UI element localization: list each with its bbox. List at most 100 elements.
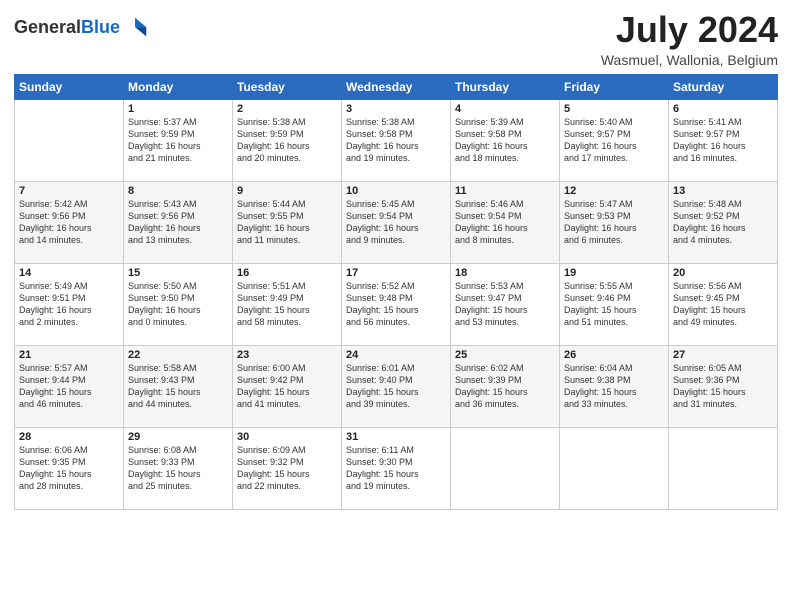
day-number: 25 — [455, 349, 555, 361]
calendar-cell: 19Sunrise: 5:55 AMSunset: 9:46 PMDayligh… — [560, 263, 669, 345]
calendar-header-wednesday: Wednesday — [342, 74, 451, 99]
calendar-header-saturday: Saturday — [669, 74, 778, 99]
calendar-cell: 29Sunrise: 6:08 AMSunset: 9:33 PMDayligh… — [124, 427, 233, 509]
calendar-header-row: SundayMondayTuesdayWednesdayThursdayFrid… — [15, 74, 778, 99]
calendar-header-sunday: Sunday — [15, 74, 124, 99]
page-container: GeneralBlue July 2024 Wasmuel, Wallonia,… — [0, 0, 792, 520]
day-info: Sunrise: 6:08 AMSunset: 9:33 PMDaylight:… — [128, 444, 228, 493]
day-number: 9 — [237, 185, 337, 197]
logo-general: General — [14, 17, 81, 37]
calendar-week-3: 14Sunrise: 5:49 AMSunset: 9:51 PMDayligh… — [15, 263, 778, 345]
calendar-cell — [560, 427, 669, 509]
day-info: Sunrise: 6:04 AMSunset: 9:38 PMDaylight:… — [564, 362, 664, 411]
day-info: Sunrise: 5:45 AMSunset: 9:54 PMDaylight:… — [346, 198, 446, 247]
calendar-cell: 13Sunrise: 5:48 AMSunset: 9:52 PMDayligh… — [669, 181, 778, 263]
day-number: 24 — [346, 349, 446, 361]
day-number: 15 — [128, 267, 228, 279]
day-number: 12 — [564, 185, 664, 197]
calendar-cell: 10Sunrise: 5:45 AMSunset: 9:54 PMDayligh… — [342, 181, 451, 263]
calendar-cell: 1Sunrise: 5:37 AMSunset: 9:59 PMDaylight… — [124, 99, 233, 181]
day-number: 17 — [346, 267, 446, 279]
calendar-header-friday: Friday — [560, 74, 669, 99]
day-info: Sunrise: 5:49 AMSunset: 9:51 PMDaylight:… — [19, 280, 119, 329]
calendar-cell: 30Sunrise: 6:09 AMSunset: 9:32 PMDayligh… — [233, 427, 342, 509]
day-info: Sunrise: 5:41 AMSunset: 9:57 PMDaylight:… — [673, 116, 773, 165]
day-number: 3 — [346, 103, 446, 115]
calendar-cell: 22Sunrise: 5:58 AMSunset: 9:43 PMDayligh… — [124, 345, 233, 427]
calendar-cell: 18Sunrise: 5:53 AMSunset: 9:47 PMDayligh… — [451, 263, 560, 345]
day-info: Sunrise: 6:05 AMSunset: 9:36 PMDaylight:… — [673, 362, 773, 411]
calendar-cell — [669, 427, 778, 509]
calendar-cell: 6Sunrise: 5:41 AMSunset: 9:57 PMDaylight… — [669, 99, 778, 181]
calendar-cell: 24Sunrise: 6:01 AMSunset: 9:40 PMDayligh… — [342, 345, 451, 427]
calendar-cell: 2Sunrise: 5:38 AMSunset: 9:59 PMDaylight… — [233, 99, 342, 181]
calendar-table: SundayMondayTuesdayWednesdayThursdayFrid… — [14, 74, 778, 510]
calendar-cell: 3Sunrise: 5:38 AMSunset: 9:58 PMDaylight… — [342, 99, 451, 181]
calendar-cell: 12Sunrise: 5:47 AMSunset: 9:53 PMDayligh… — [560, 181, 669, 263]
title-block: July 2024 Wasmuel, Wallonia, Belgium — [601, 10, 778, 68]
calendar-cell: 8Sunrise: 5:43 AMSunset: 9:56 PMDaylight… — [124, 181, 233, 263]
day-info: Sunrise: 5:38 AMSunset: 9:59 PMDaylight:… — [237, 116, 337, 165]
day-info: Sunrise: 5:50 AMSunset: 9:50 PMDaylight:… — [128, 280, 228, 329]
logo-icon — [122, 14, 150, 42]
day-info: Sunrise: 5:55 AMSunset: 9:46 PMDaylight:… — [564, 280, 664, 329]
calendar-cell: 23Sunrise: 6:00 AMSunset: 9:42 PMDayligh… — [233, 345, 342, 427]
day-number: 5 — [564, 103, 664, 115]
day-number: 27 — [673, 349, 773, 361]
calendar-cell: 31Sunrise: 6:11 AMSunset: 9:30 PMDayligh… — [342, 427, 451, 509]
day-info: Sunrise: 5:58 AMSunset: 9:43 PMDaylight:… — [128, 362, 228, 411]
day-number: 30 — [237, 431, 337, 443]
calendar-cell — [451, 427, 560, 509]
calendar-cell: 26Sunrise: 6:04 AMSunset: 9:38 PMDayligh… — [560, 345, 669, 427]
day-number: 1 — [128, 103, 228, 115]
calendar-cell: 27Sunrise: 6:05 AMSunset: 9:36 PMDayligh… — [669, 345, 778, 427]
calendar-cell: 25Sunrise: 6:02 AMSunset: 9:39 PMDayligh… — [451, 345, 560, 427]
calendar-cell: 21Sunrise: 5:57 AMSunset: 9:44 PMDayligh… — [15, 345, 124, 427]
day-number: 29 — [128, 431, 228, 443]
calendar-cell: 5Sunrise: 5:40 AMSunset: 9:57 PMDaylight… — [560, 99, 669, 181]
logo-text: GeneralBlue — [14, 18, 120, 38]
day-info: Sunrise: 5:39 AMSunset: 9:58 PMDaylight:… — [455, 116, 555, 165]
day-number: 19 — [564, 267, 664, 279]
day-info: Sunrise: 5:47 AMSunset: 9:53 PMDaylight:… — [564, 198, 664, 247]
calendar-cell: 20Sunrise: 5:56 AMSunset: 9:45 PMDayligh… — [669, 263, 778, 345]
calendar-cell: 17Sunrise: 5:52 AMSunset: 9:48 PMDayligh… — [342, 263, 451, 345]
month-title: July 2024 — [601, 10, 778, 50]
logo: GeneralBlue — [14, 14, 150, 42]
day-info: Sunrise: 6:11 AMSunset: 9:30 PMDaylight:… — [346, 444, 446, 493]
calendar-week-4: 21Sunrise: 5:57 AMSunset: 9:44 PMDayligh… — [15, 345, 778, 427]
day-info: Sunrise: 5:57 AMSunset: 9:44 PMDaylight:… — [19, 362, 119, 411]
day-number: 20 — [673, 267, 773, 279]
day-info: Sunrise: 6:02 AMSunset: 9:39 PMDaylight:… — [455, 362, 555, 411]
location: Wasmuel, Wallonia, Belgium — [601, 52, 778, 68]
calendar-header-monday: Monday — [124, 74, 233, 99]
day-info: Sunrise: 5:38 AMSunset: 9:58 PMDaylight:… — [346, 116, 446, 165]
calendar-week-2: 7Sunrise: 5:42 AMSunset: 9:56 PMDaylight… — [15, 181, 778, 263]
day-info: Sunrise: 5:43 AMSunset: 9:56 PMDaylight:… — [128, 198, 228, 247]
day-number: 2 — [237, 103, 337, 115]
calendar-cell — [15, 99, 124, 181]
day-info: Sunrise: 5:46 AMSunset: 9:54 PMDaylight:… — [455, 198, 555, 247]
calendar-cell: 14Sunrise: 5:49 AMSunset: 9:51 PMDayligh… — [15, 263, 124, 345]
day-number: 16 — [237, 267, 337, 279]
calendar-cell: 28Sunrise: 6:06 AMSunset: 9:35 PMDayligh… — [15, 427, 124, 509]
day-number: 14 — [19, 267, 119, 279]
day-info: Sunrise: 5:56 AMSunset: 9:45 PMDaylight:… — [673, 280, 773, 329]
day-number: 23 — [237, 349, 337, 361]
calendar-cell: 9Sunrise: 5:44 AMSunset: 9:55 PMDaylight… — [233, 181, 342, 263]
calendar-cell: 11Sunrise: 5:46 AMSunset: 9:54 PMDayligh… — [451, 181, 560, 263]
day-info: Sunrise: 6:06 AMSunset: 9:35 PMDaylight:… — [19, 444, 119, 493]
calendar-cell: 7Sunrise: 5:42 AMSunset: 9:56 PMDaylight… — [15, 181, 124, 263]
day-info: Sunrise: 5:42 AMSunset: 9:56 PMDaylight:… — [19, 198, 119, 247]
day-number: 22 — [128, 349, 228, 361]
day-number: 8 — [128, 185, 228, 197]
day-info: Sunrise: 5:48 AMSunset: 9:52 PMDaylight:… — [673, 198, 773, 247]
day-number: 13 — [673, 185, 773, 197]
page-header: GeneralBlue July 2024 Wasmuel, Wallonia,… — [14, 10, 778, 68]
day-info: Sunrise: 5:51 AMSunset: 9:49 PMDaylight:… — [237, 280, 337, 329]
calendar-cell: 4Sunrise: 5:39 AMSunset: 9:58 PMDaylight… — [451, 99, 560, 181]
day-info: Sunrise: 5:40 AMSunset: 9:57 PMDaylight:… — [564, 116, 664, 165]
day-number: 28 — [19, 431, 119, 443]
day-number: 31 — [346, 431, 446, 443]
day-info: Sunrise: 5:52 AMSunset: 9:48 PMDaylight:… — [346, 280, 446, 329]
